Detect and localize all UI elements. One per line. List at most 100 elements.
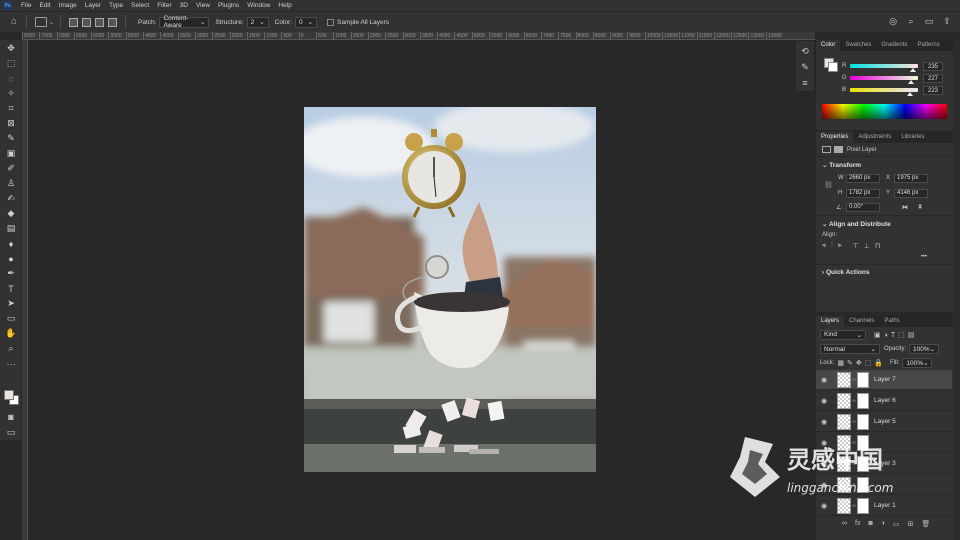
align-top-icon[interactable]: ⊤ [853, 242, 859, 250]
patch-tool-preset-icon[interactable] [35, 17, 47, 27]
crop-tool-icon[interactable]: ⌗ [4, 102, 18, 115]
type-tool-icon[interactable]: T [4, 282, 18, 295]
kind-filter-select[interactable]: Kind ⌄ [820, 329, 866, 340]
dodge-tool-icon[interactable]: ● [4, 252, 18, 265]
tab-channels[interactable]: Channels [844, 316, 879, 327]
mask-icon[interactable] [834, 146, 843, 153]
menu-select[interactable]: Select [127, 2, 153, 9]
structure-select[interactable]: 2 ⌄ [246, 16, 269, 28]
delete-layer-icon[interactable]: 🗑 [921, 520, 930, 528]
blue-value[interactable]: 223 [923, 85, 943, 95]
link-layers-icon[interactable]: ∞ [842, 520, 847, 528]
link-icon[interactable]: ⛓ [824, 181, 833, 189]
cloud-sync-icon[interactable]: ◎ [888, 16, 898, 26]
stamp-tool-icon[interactable]: ♙ [4, 177, 18, 190]
menu-file[interactable]: File [17, 2, 35, 9]
width-field[interactable]: 2660 px [846, 174, 880, 183]
panel-scrollbar[interactable] [953, 40, 960, 540]
fill-field[interactable]: 100% ⌄ [902, 358, 933, 368]
align-bottom-icon[interactable]: ⊓ [875, 242, 880, 250]
tab-swatches[interactable]: Swatches [840, 40, 876, 51]
layer-row[interactable]: ◉ ∞ Layer 7 [816, 370, 952, 390]
eye-icon[interactable]: ◉ [821, 460, 831, 468]
quick-actions-title[interactable]: › Quick Actions [816, 264, 953, 280]
hand-tool-icon[interactable]: ✋ [4, 327, 18, 340]
adjustment-layer-icon[interactable]: ◑ [881, 520, 885, 528]
move-tool-icon[interactable]: ✥ [4, 42, 18, 55]
blue-slider[interactable] [850, 88, 918, 96]
menu-layer[interactable]: Layer [81, 2, 105, 9]
align-left-icon[interactable]: ⫷ [822, 242, 826, 250]
path-selection-icon[interactable]: ➤ [4, 297, 18, 310]
green-slider-knob[interactable] [908, 80, 914, 84]
home-icon[interactable]: ⌂ [8, 16, 20, 28]
green-value[interactable]: 227 [923, 73, 943, 83]
layer-row[interactable]: ◉ ∞ Layer 3 [816, 454, 952, 474]
x-field[interactable]: 1975 px [894, 174, 928, 183]
new-group-icon[interactable]: ▭ [893, 520, 900, 528]
eye-icon[interactable]: ◉ [821, 481, 831, 489]
blue-slider-knob[interactable] [907, 92, 913, 96]
intersect-selection-icon[interactable] [108, 17, 118, 27]
eye-icon[interactable]: ◉ [821, 418, 831, 426]
tab-layers[interactable]: Layers [816, 316, 845, 327]
share-icon[interactable]: ⇪ [942, 16, 952, 26]
flip-horizontal-icon[interactable]: ⧓ [902, 204, 908, 211]
history-brush-icon[interactable]: ✍ [4, 192, 18, 205]
layer-mask-thumbnail[interactable] [857, 497, 869, 514]
sample-all-layers-checkbox[interactable] [327, 18, 334, 26]
chevron-down-icon[interactable]: ⌄ [49, 19, 54, 26]
document-canvas[interactable] [304, 107, 596, 472]
add-mask-icon[interactable]: ◙ [868, 520, 872, 528]
layer-mask-thumbnail[interactable] [857, 371, 869, 388]
gradient-tool-icon[interactable]: ▤ [4, 222, 18, 235]
workspace-icon[interactable]: ▭ [924, 16, 934, 26]
patch-select[interactable]: Content-Aware ⌄ [159, 15, 210, 29]
lasso-tool-icon[interactable]: ◌ [4, 72, 18, 85]
layer-row[interactable]: ◉ ∞ Layer 1 [816, 496, 952, 516]
y-field[interactable]: 4146 px [894, 189, 928, 198]
pen-tool-icon[interactable]: ✒ [4, 267, 18, 280]
color-spectrum[interactable] [822, 104, 947, 119]
layer-style-icon[interactable]: fx [855, 520, 860, 528]
tab-color[interactable]: Color [816, 40, 841, 51]
add-selection-icon[interactable] [82, 17, 92, 27]
tab-paths[interactable]: Paths [879, 316, 904, 327]
brush-tool-icon[interactable]: ✐ [4, 162, 18, 175]
marquee-tool-icon[interactable]: ⬚ [4, 57, 18, 70]
history-icon[interactable]: ⟲ [799, 45, 811, 57]
more-tools-icon[interactable]: ··· [4, 357, 18, 370]
flip-vertical-icon[interactable]: ⧗ [918, 204, 922, 211]
blend-mode-select[interactable]: Normal ⌄ [820, 344, 880, 354]
tab-gradients[interactable]: Gradients [876, 40, 912, 51]
layer-name[interactable]: Layer 6 [874, 397, 896, 404]
tab-patterns[interactable]: Patterns [912, 40, 944, 51]
menu-image[interactable]: Image [55, 2, 81, 9]
red-value[interactable]: 235 [923, 61, 943, 71]
align-center-icon[interactable]: ⫶ [831, 242, 833, 250]
color-select[interactable]: 0 ⌄ [295, 16, 317, 28]
menu-view[interactable]: View [192, 2, 214, 9]
menu-help[interactable]: Help [274, 2, 295, 9]
layer-mask-thumbnail[interactable] [857, 434, 869, 451]
menu-window[interactable]: Window [243, 2, 274, 9]
red-slider-knob[interactable] [910, 68, 916, 72]
lock-icons[interactable]: ▦✎✥⬚🔒 [837, 359, 886, 367]
eye-icon[interactable]: ◉ [821, 376, 831, 384]
layer-mask-thumbnail[interactable] [857, 413, 869, 430]
align-right-icon[interactable]: ⫸ [838, 242, 842, 250]
layer-row[interactable]: ◉ ∞ [816, 475, 952, 495]
layer-name[interactable]: Layer 1 [874, 502, 896, 509]
magic-wand-tool-icon[interactable]: ✧ [4, 87, 18, 100]
new-selection-icon[interactable] [69, 17, 79, 27]
more-options-icon[interactable]: ••• [816, 254, 953, 260]
layer-name[interactable]: Layer 7 [874, 376, 896, 383]
layer-name[interactable]: Layer 5 [874, 418, 896, 425]
align-middle-icon[interactable]: ⊥ [864, 242, 870, 250]
search-icon[interactable]: ⌕ [906, 16, 916, 26]
layer-row[interactable]: ◉ ∞ [816, 433, 952, 453]
blur-tool-icon[interactable]: ♦ [4, 237, 18, 250]
tab-adjustments[interactable]: Adjustments [853, 132, 896, 143]
layer-mask-thumbnail[interactable] [857, 455, 869, 472]
eye-icon[interactable]: ◉ [821, 439, 831, 447]
